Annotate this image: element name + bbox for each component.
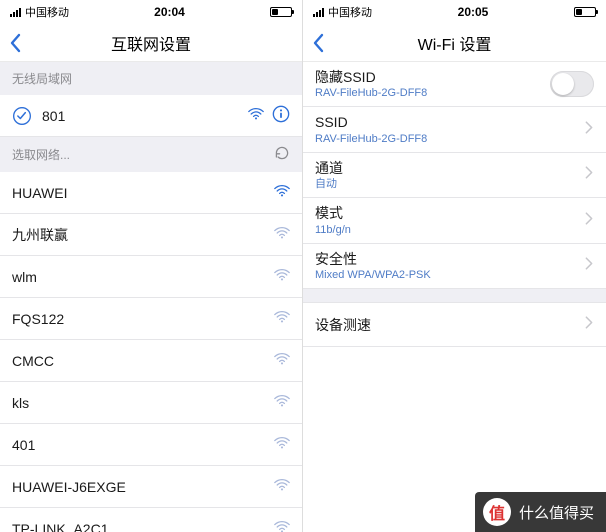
network-row[interactable]: FQS122 xyxy=(0,298,302,340)
nav-header: Wi-Fi 设置 xyxy=(303,24,606,62)
network-row[interactable]: 401 xyxy=(0,424,302,466)
wifi-icon xyxy=(274,478,290,495)
time-label: 20:04 xyxy=(154,5,185,19)
row-ssid[interactable]: SSID RAV-FileHub-2G-DFF8 xyxy=(303,107,606,152)
checkmark-icon xyxy=(12,106,32,126)
section-header-wlan: 无线局域网 xyxy=(0,62,302,95)
watermark-text: 什么值得买 xyxy=(519,502,594,523)
page-title: Wi-Fi 设置 xyxy=(418,31,492,55)
wifi-icon xyxy=(274,268,290,285)
wifi-icon xyxy=(274,520,290,532)
network-name: 401 xyxy=(12,437,274,453)
watermark: 值 什么值得买 xyxy=(475,492,606,532)
screen-wifi-settings: 中国移动 20:05 Wi-Fi 设置 隐藏SSID RAV-FileHub-2… xyxy=(303,0,606,532)
battery-icon xyxy=(270,7,292,17)
network-name: wlm xyxy=(12,269,274,285)
network-name: FQS122 xyxy=(12,311,274,327)
network-row[interactable]: wlm xyxy=(0,256,302,298)
nav-header: 互联网设置 xyxy=(0,24,302,62)
chevron-right-icon xyxy=(584,120,594,139)
network-name: TP-LINK_A2C1 xyxy=(12,521,274,532)
screen-internet-settings: 中国移动 20:04 互联网设置 无线局域网 801 xyxy=(0,0,303,532)
network-name: 801 xyxy=(42,108,248,124)
network-row[interactable]: TP-LINK_A2C1 xyxy=(0,508,302,532)
network-name: HUAWEI xyxy=(12,185,274,201)
info-icon[interactable] xyxy=(272,105,290,126)
network-row[interactable]: HUAWEI-J6EXGE xyxy=(0,466,302,508)
network-row[interactable]: HUAWEI xyxy=(0,172,302,214)
network-name: kls xyxy=(12,395,274,411)
carrier-label: 中国移动 xyxy=(328,4,372,20)
selected-network-row[interactable]: 801 xyxy=(0,95,302,137)
chevron-right-icon xyxy=(584,315,594,334)
status-bar: 中国移动 20:04 xyxy=(0,0,302,24)
network-name: HUAWEI-J6EXGE xyxy=(12,479,274,495)
chevron-right-icon xyxy=(584,211,594,230)
toggle-switch[interactable] xyxy=(550,71,594,97)
row-security[interactable]: 安全性 Mixed WPA/WPA2-PSK xyxy=(303,244,606,289)
signal-icon xyxy=(10,8,21,17)
wifi-icon xyxy=(274,310,290,327)
row-channel[interactable]: 通道 自动 xyxy=(303,153,606,198)
refresh-icon[interactable] xyxy=(274,145,290,164)
watermark-badge: 值 xyxy=(483,498,511,526)
signal-icon xyxy=(313,8,324,17)
wifi-icon xyxy=(274,352,290,369)
wifi-icon xyxy=(274,436,290,453)
row-hide-ssid[interactable]: 隐藏SSID RAV-FileHub-2G-DFF8 xyxy=(303,62,606,107)
time-label: 20:05 xyxy=(458,5,489,19)
network-row[interactable]: 九州联赢 xyxy=(0,214,302,256)
wifi-icon xyxy=(274,226,290,243)
chevron-right-icon xyxy=(584,257,594,276)
back-button[interactable] xyxy=(311,24,325,61)
network-row[interactable]: CMCC xyxy=(0,340,302,382)
status-bar: 中国移动 20:05 xyxy=(303,0,606,24)
network-name: CMCC xyxy=(12,353,274,369)
network-row[interactable]: kls xyxy=(0,382,302,424)
section-gap xyxy=(303,289,606,303)
page-title: 互联网设置 xyxy=(111,31,191,55)
chevron-right-icon xyxy=(584,166,594,185)
carrier-label: 中国移动 xyxy=(25,4,69,20)
back-button[interactable] xyxy=(8,24,22,61)
chevron-left-icon xyxy=(8,33,22,53)
wifi-icon xyxy=(248,107,264,124)
wifi-icon xyxy=(274,394,290,411)
wifi-icon xyxy=(274,184,290,201)
row-speedtest[interactable]: 设备测速 xyxy=(303,303,606,347)
chevron-left-icon xyxy=(311,33,325,53)
battery-icon xyxy=(574,7,596,17)
network-name: 九州联赢 xyxy=(12,225,274,245)
section-header-choose: 选取网络... xyxy=(0,137,302,172)
row-mode[interactable]: 模式 11b/g/n xyxy=(303,198,606,243)
